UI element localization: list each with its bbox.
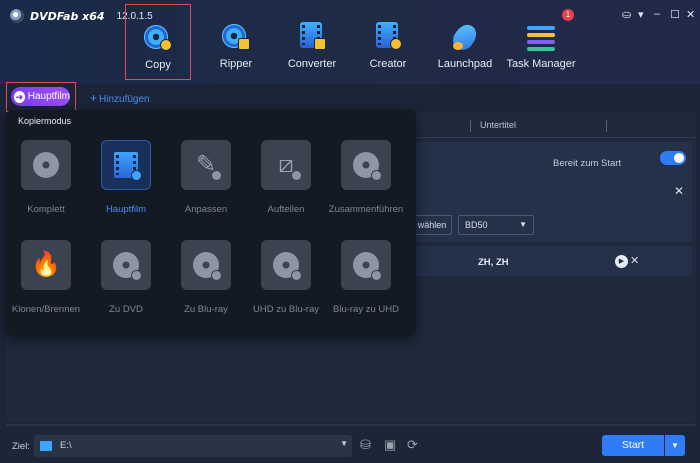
film-icon bbox=[101, 140, 151, 190]
mode-label: Komplett bbox=[27, 204, 65, 215]
target-path-value: E:\ bbox=[60, 440, 72, 451]
mode-label: Klonen/Brennen bbox=[11, 304, 81, 315]
start-button[interactable]: Start bbox=[602, 435, 664, 456]
menu-icon[interactable]: ▾ bbox=[638, 8, 644, 21]
bluray-icon bbox=[181, 240, 231, 290]
column-header-untertitel: Untertitel bbox=[480, 120, 517, 130]
uhd-to-bluray-icon bbox=[261, 240, 311, 290]
task-enable-toggle[interactable] bbox=[660, 151, 686, 165]
start-options-chevron-icon[interactable]: ▼ bbox=[665, 435, 685, 456]
edit-icon: ✎ bbox=[181, 140, 231, 190]
copy-disc-icon bbox=[142, 21, 174, 53]
ripper-icon bbox=[220, 20, 252, 52]
panel-title: Kopiermodus bbox=[18, 116, 72, 126]
task-close-icon[interactable]: ✕ bbox=[674, 184, 684, 198]
mode-zu-dvd[interactable]: Zu DVD bbox=[86, 240, 166, 330]
gift-icon[interactable]: ⛀ bbox=[622, 8, 631, 21]
plus-icon: + bbox=[90, 91, 98, 105]
open-folder-icon[interactable]: ▣ bbox=[384, 437, 396, 453]
iso-icon[interactable]: ⛁ bbox=[360, 437, 371, 453]
mode-selector-highlight[interactable]: ➜ Hauptfilm bbox=[6, 82, 76, 112]
add-source-button[interactable]: + Hinzufügen bbox=[90, 91, 150, 105]
maximize-icon[interactable]: ☐ bbox=[670, 8, 680, 21]
subtitle-languages: ZH, ZH bbox=[478, 257, 509, 268]
dvd-icon bbox=[101, 240, 151, 290]
creator-icon bbox=[372, 20, 404, 52]
mode-zu-bluray[interactable]: Zu Blu-ray bbox=[166, 240, 246, 330]
mode-selector-button[interactable]: ➜ Hauptfilm bbox=[11, 87, 70, 106]
dvdfab-window: DVDFab x64 12.0.1.5 Copy Ripper Converte… bbox=[0, 0, 700, 463]
nav-launchpad[interactable]: Launchpad bbox=[432, 0, 498, 84]
nav-ripper[interactable]: Ripper bbox=[203, 0, 269, 84]
mode-bluray-zu-uhd[interactable]: Blu-ray zu UHD bbox=[326, 240, 406, 330]
mode-label: Hauptfilm bbox=[105, 204, 147, 215]
play-icon[interactable]: ▶ bbox=[615, 255, 628, 268]
mode-label: UHD zu Blu-ray bbox=[253, 304, 319, 315]
target-label: Ziel: bbox=[12, 441, 30, 452]
mode-label: Zu Blu-ray bbox=[184, 304, 228, 315]
nav-ripper-label: Ripper bbox=[219, 58, 253, 70]
copy-mode-panel: Kopiermodus Komplett Hauptfilm ✎ Anpasse… bbox=[6, 110, 416, 336]
target-path-field[interactable]: E:\ ▼ bbox=[34, 435, 352, 457]
mode-label: Blu-ray zu UHD bbox=[333, 304, 399, 315]
mode-label: Anpassen bbox=[184, 204, 228, 215]
task-status: Bereit zum Start bbox=[553, 158, 622, 169]
mode-komplett[interactable]: Komplett bbox=[6, 140, 86, 230]
refresh-icon[interactable]: ⟳ bbox=[407, 437, 418, 453]
mode-label: Zusammenführen bbox=[328, 204, 404, 215]
nav-converter-label: Converter bbox=[287, 58, 337, 70]
arrow-right-icon: ➜ bbox=[14, 90, 25, 103]
mode-zusammenfuehren[interactable]: Zusammenführen bbox=[326, 140, 406, 230]
column-divider bbox=[470, 120, 471, 132]
notification-badge[interactable]: 1 bbox=[562, 9, 574, 21]
nav-creator[interactable]: Creator bbox=[355, 0, 421, 84]
nav-converter[interactable]: Converter bbox=[279, 0, 345, 84]
mode-label: Zu DVD bbox=[109, 304, 143, 315]
bluray-to-uhd-icon bbox=[341, 240, 391, 290]
close-icon[interactable]: ✕ bbox=[686, 8, 695, 21]
chevron-down-icon: ▼ bbox=[519, 220, 527, 229]
nav-creator-label: Creator bbox=[369, 58, 407, 70]
merge-icon bbox=[341, 140, 391, 190]
subtitle-row bbox=[410, 246, 692, 276]
disc-icon bbox=[21, 140, 71, 190]
mode-hauptfilm[interactable]: Hauptfilm bbox=[86, 140, 166, 230]
add-source-label: Hinzufügen bbox=[99, 94, 150, 105]
divider bbox=[6, 424, 696, 426]
top-bar: DVDFab x64 12.0.1.5 Copy Ripper Converte… bbox=[0, 0, 700, 84]
column-divider bbox=[606, 120, 607, 132]
mode-label: Aufteilen bbox=[267, 204, 305, 215]
row-close-icon[interactable]: ✕ bbox=[630, 254, 639, 267]
minimize-icon[interactable]: – bbox=[654, 8, 660, 20]
app-name: DVDFab x64 bbox=[30, 9, 105, 23]
choose-button[interactable]: wählen bbox=[412, 215, 452, 235]
mode-uhd-zu-bluray[interactable]: UHD zu Blu-ray bbox=[246, 240, 326, 330]
output-format-select[interactable]: BD50 ▼ bbox=[458, 215, 534, 235]
rocket-icon bbox=[449, 20, 481, 54]
nav-copy-label: Copy bbox=[145, 59, 171, 71]
mode-selector-label: Hauptfilm bbox=[27, 91, 70, 102]
mode-aufteilen[interactable]: ⧄ Aufteilen bbox=[246, 140, 326, 230]
burn-icon: 🔥 bbox=[21, 240, 71, 290]
chevron-down-icon[interactable]: ▼ bbox=[340, 439, 348, 448]
nav-launchpad-label: Launchpad bbox=[437, 58, 493, 70]
dvdfab-logo-icon bbox=[10, 9, 24, 23]
split-icon: ⧄ bbox=[261, 140, 311, 190]
task-manager-icon bbox=[525, 20, 557, 52]
folder-icon bbox=[40, 441, 52, 451]
nav-copy[interactable]: Copy bbox=[125, 4, 191, 80]
mode-anpassen[interactable]: ✎ Anpassen bbox=[166, 140, 246, 230]
nav-task-manager-label: Task Manager bbox=[506, 58, 576, 70]
output-format-value: BD50 bbox=[465, 220, 488, 230]
mode-klonen-brennen[interactable]: 🔥 Klonen/Brennen bbox=[6, 240, 86, 330]
converter-icon bbox=[296, 20, 328, 52]
task-card bbox=[410, 142, 692, 242]
